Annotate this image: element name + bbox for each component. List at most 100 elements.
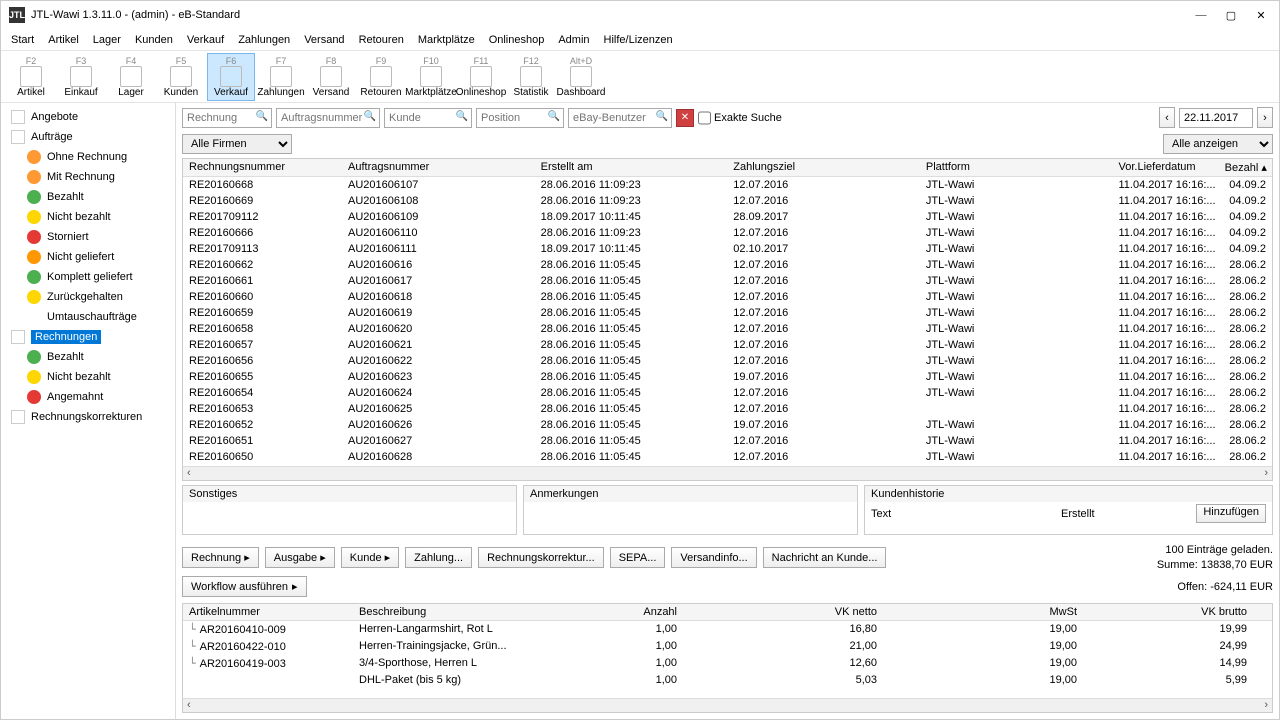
toolbar-versand[interactable]: F8Versand — [307, 53, 355, 101]
menu-retouren[interactable]: Retouren — [353, 32, 410, 48]
table-row[interactable]: RE20160651AU2016062728.06.2016 11:05:451… — [183, 433, 1272, 449]
col-auftragsnummer[interactable]: Auftragsnummer — [342, 159, 535, 176]
toolbar-zahlungen[interactable]: F7Zahlungen — [257, 53, 305, 101]
table-row[interactable]: RE20160666AU20160611028.06.2016 11:09:23… — [183, 225, 1272, 241]
menu-marktplätze[interactable]: Marktplätze — [412, 32, 481, 48]
lager-icon — [120, 66, 142, 87]
sidebar-storniert[interactable]: Storniert — [1, 227, 175, 247]
sidebar-bezahlt[interactable]: Bezahlt — [1, 187, 175, 207]
detail-col[interactable]: Beschreibung — [353, 604, 533, 620]
toolbar-lager[interactable]: F4Lager — [107, 53, 155, 101]
sidebar-angebote[interactable]: Angebote — [1, 107, 175, 127]
col-plattform[interactable]: Plattform — [920, 159, 1113, 176]
col-zahlungsziel[interactable]: Zahlungsziel — [727, 159, 920, 176]
date-prev-button[interactable]: ‹ — [1159, 107, 1175, 128]
table-row[interactable]: RE20160660AU2016061828.06.2016 11:05:451… — [183, 289, 1272, 305]
detail-row[interactable]: └AR20160419-0033/4-Sporthose, Herren L1,… — [183, 655, 1272, 672]
detail-row[interactable]: └AR20160422-010Herren-Trainingsjacke, Gr… — [183, 638, 1272, 655]
table-row[interactable]: RE201709112AU20160610918.09.2017 10:11:4… — [183, 209, 1272, 225]
clear-filter-button[interactable]: ✕ — [676, 109, 694, 127]
sidebar-zurückgehalten[interactable]: Zurückgehalten — [1, 287, 175, 307]
col-vor.lieferdatum[interactable]: Vor.Lieferdatum — [1113, 159, 1219, 176]
table-row[interactable]: RE20160662AU2016061628.06.2016 11:05:451… — [183, 257, 1272, 273]
minimize-button[interactable]: — — [1195, 9, 1207, 21]
col-bezahl[interactable]: Bezahl ▴ — [1219, 159, 1272, 176]
action-kunde[interactable]: Kunde ▸ — [341, 547, 399, 568]
table-row[interactable]: RE20160656AU2016062228.06.2016 11:05:451… — [183, 353, 1272, 369]
detail-col[interactable]: MwSt — [883, 604, 1083, 620]
table-row[interactable]: RE20160669AU20160610828.06.2016 11:09:23… — [183, 193, 1272, 209]
date-input[interactable] — [1179, 108, 1253, 128]
toolbar-artikel[interactable]: F2Artikel — [7, 53, 55, 101]
sidebar-umtauschaufträge[interactable]: Umtauschaufträge — [1, 307, 175, 327]
table-row[interactable]: RE20160657AU2016062128.06.2016 11:05:451… — [183, 337, 1272, 353]
menu-artikel[interactable]: Artikel — [42, 32, 85, 48]
table-row[interactable]: RE20160668AU20160610728.06.2016 11:09:23… — [183, 177, 1272, 193]
close-button[interactable]: ✕ — [1255, 9, 1267, 21]
detail-col[interactable]: Artikelnummer — [183, 604, 353, 620]
status-icon — [11, 330, 25, 344]
table-row[interactable]: RE20160655AU2016062328.06.2016 11:05:451… — [183, 369, 1272, 385]
toolbar-kunden[interactable]: F5Kunden — [157, 53, 205, 101]
date-next-button[interactable]: › — [1257, 107, 1273, 128]
col-rechnungsnummer[interactable]: Rechnungsnummer — [183, 159, 342, 176]
menu-onlineshop[interactable]: Onlineshop — [483, 32, 551, 48]
table-row[interactable]: RE20160653AU2016062528.06.2016 11:05:451… — [183, 401, 1272, 417]
menu-hilfe/lizenzen[interactable]: Hilfe/Lizenzen — [598, 32, 679, 48]
add-history-button[interactable]: Hinzufügen — [1196, 504, 1266, 523]
firmen-select[interactable]: Alle Firmen — [182, 134, 292, 154]
toolbar-marktplätze[interactable]: F10Marktplätze — [407, 53, 455, 101]
sidebar-angemahnt[interactable]: Angemahnt — [1, 387, 175, 407]
toolbar-retouren[interactable]: F9Retouren — [357, 53, 405, 101]
anzeigen-select[interactable]: Alle anzeigen — [1163, 134, 1273, 154]
table-row[interactable]: RE20160654AU2016062428.06.2016 11:05:451… — [183, 385, 1272, 401]
table-scrollbar[interactable]: ‹› — [183, 466, 1272, 480]
action-sepa-[interactable]: SEPA... — [610, 547, 666, 568]
detail-col[interactable]: Anzahl — [533, 604, 683, 620]
sidebar-rechnungen[interactable]: Rechnungen — [1, 327, 175, 347]
menu-verkauf[interactable]: Verkauf — [181, 32, 230, 48]
detail-scrollbar[interactable]: ‹› — [183, 698, 1272, 712]
col-erstellt am[interactable]: Erstellt am — [535, 159, 728, 176]
table-row[interactable]: RE20160659AU2016061928.06.2016 11:05:451… — [183, 305, 1272, 321]
menu-lager[interactable]: Lager — [87, 32, 127, 48]
menu-versand[interactable]: Versand — [298, 32, 350, 48]
menu-kunden[interactable]: Kunden — [129, 32, 179, 48]
action-rechnung[interactable]: Rechnung ▸ — [182, 547, 259, 568]
action-versandinfo-[interactable]: Versandinfo... — [671, 547, 756, 568]
toolbar-verkauf[interactable]: F6Verkauf — [207, 53, 255, 101]
sidebar-komplett-geliefert[interactable]: Komplett geliefert — [1, 267, 175, 287]
exact-search-checkbox[interactable]: Exakte Suche — [698, 108, 782, 128]
sidebar-nicht-bezahlt[interactable]: Nicht bezahlt — [1, 367, 175, 387]
action-ausgabe[interactable]: Ausgabe ▸ — [265, 547, 335, 568]
sidebar-bezahlt[interactable]: Bezahlt — [1, 347, 175, 367]
sidebar-mit-rechnung[interactable]: Mit Rechnung — [1, 167, 175, 187]
detail-row[interactable]: └AR20160410-009Herren-Langarmshirt, Rot … — [183, 621, 1272, 638]
menu-start[interactable]: Start — [5, 32, 40, 48]
sidebar-rechnungskorrekturen[interactable]: Rechnungskorrekturen — [1, 407, 175, 427]
detail-col[interactable]: VK netto — [683, 604, 883, 620]
table-row[interactable]: RE20160652AU2016062628.06.2016 11:05:451… — [183, 417, 1272, 433]
workflow-button[interactable]: Workflow ausführen ▸ — [182, 576, 307, 597]
toolbar-einkauf[interactable]: F3Einkauf — [57, 53, 105, 101]
maximize-button[interactable]: ▢ — [1225, 9, 1237, 21]
status-icon — [11, 410, 25, 424]
toolbar-statistik[interactable]: F12Statistik — [507, 53, 555, 101]
toolbar-onlineshop[interactable]: F11Onlineshop — [457, 53, 505, 101]
table-row[interactable]: RE20160661AU2016061728.06.2016 11:05:451… — [183, 273, 1272, 289]
action-nachricht-an-kunde-[interactable]: Nachricht an Kunde... — [763, 547, 887, 568]
sidebar-nicht-bezahlt[interactable]: Nicht bezahlt — [1, 207, 175, 227]
detail-row[interactable]: DHL-Paket (bis 5 kg)1,005,0319,005,99 — [183, 672, 1272, 688]
sidebar-ohne-rechnung[interactable]: Ohne Rechnung — [1, 147, 175, 167]
menu-zahlungen[interactable]: Zahlungen — [232, 32, 296, 48]
table-row[interactable]: RE20160658AU2016062028.06.2016 11:05:451… — [183, 321, 1272, 337]
menu-admin[interactable]: Admin — [552, 32, 595, 48]
action-zahlung-[interactable]: Zahlung... — [405, 547, 472, 568]
detail-col[interactable]: VK brutto — [1083, 604, 1253, 620]
sidebar-nicht-geliefert[interactable]: Nicht geliefert — [1, 247, 175, 267]
action-rechnungskorrektur-[interactable]: Rechnungskorrektur... — [478, 547, 604, 568]
toolbar-dashboard[interactable]: Alt+DDashboard — [557, 53, 605, 101]
table-row[interactable]: RE20160650AU2016062828.06.2016 11:05:451… — [183, 449, 1272, 465]
sidebar-aufträge[interactable]: Aufträge — [1, 127, 175, 147]
table-row[interactable]: RE201709113AU20160611118.09.2017 10:11:4… — [183, 241, 1272, 257]
